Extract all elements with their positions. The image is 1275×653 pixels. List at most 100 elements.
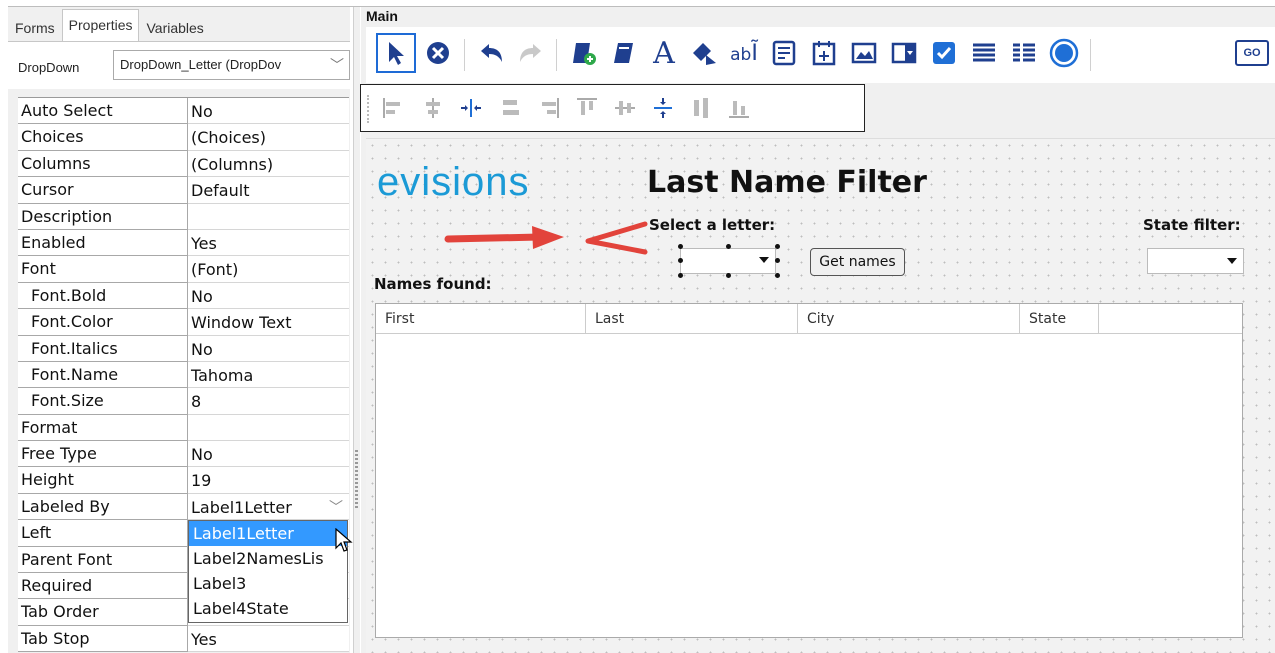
property-name: Columns [18,150,188,178]
go-label: GO [1235,40,1269,66]
tab-variables[interactable]: Variables [139,13,210,41]
property-value[interactable] [188,415,349,442]
property-value[interactable]: Yes [188,230,349,257]
textbox-icon[interactable]: abĨ [724,33,764,73]
object-selector-value: DropDown_Letter (DropDov [120,57,282,72]
resize-handle[interactable] [775,244,780,249]
go-icon[interactable]: GO [1232,33,1272,73]
distribute-h-icon[interactable] [497,94,525,122]
property-row[interactable]: Font.Bold No [18,282,349,310]
property-value[interactable]: 19 [188,467,349,494]
redo-icon[interactable] [510,33,550,73]
dropdown-option[interactable]: Label1Letter [189,521,347,546]
property-row[interactable]: Description [18,203,349,230]
property-value[interactable] [188,204,349,230]
dropdown-option[interactable]: Label4State [189,596,347,621]
checkbox-icon[interactable] [924,33,964,73]
property-value[interactable]: (Columns) [188,151,349,178]
property-row[interactable]: Format [18,414,349,442]
center-vertical-icon[interactable] [649,94,677,122]
property-row[interactable]: Font.Italics No [18,335,349,362]
image-icon[interactable] [844,33,884,73]
undo-icon[interactable] [472,33,512,73]
property-name: Parent Font [18,546,188,574]
property-value[interactable]: No [188,283,349,310]
radio-icon[interactable] [1044,33,1084,73]
memo-icon[interactable] [764,33,804,73]
center-horizontal-icon[interactable] [457,94,485,122]
labeled-by-select[interactable]: Label1Letter ﹀ [188,494,349,521]
property-row[interactable]: Tab Stop Yes [18,625,349,653]
dropdown-option[interactable]: Label2NamesLis [189,546,347,571]
property-value[interactable]: (Choices) [188,124,349,151]
resize-handle[interactable] [775,258,780,263]
object-type-label: DropDown [18,60,80,75]
object-selector[interactable]: DropDown_Letter (DropDov ﹀ [113,50,350,80]
get-names-button[interactable]: Get names [810,248,905,276]
property-row[interactable]: Font.Size 8 [18,388,349,415]
resize-handle[interactable] [726,244,731,249]
label-state-filter[interactable]: State filter: [1143,216,1241,234]
property-value[interactable]: Tahoma [188,362,349,389]
panel-splitter[interactable] [353,7,360,653]
property-value[interactable]: No [188,441,349,468]
property-name: Tab Stop [18,625,188,653]
label-names-found[interactable]: Names found: [374,275,492,293]
property-row[interactable]: Enabled Yes [18,229,349,257]
property-row[interactable]: Font.Name Tahoma [18,361,349,389]
property-row[interactable]: Free Type No [18,441,349,468]
names-table[interactable]: First Last City State [375,303,1243,638]
property-value[interactable]: Default [188,177,349,204]
column-header-city[interactable]: City [798,304,1020,333]
evisions-logo: evisions [377,160,530,204]
align-center-h-icon[interactable] [419,94,447,122]
column-header-last[interactable]: Last [586,304,798,333]
letter-dropdown[interactable] [680,248,776,274]
text-label-icon[interactable]: A [644,33,684,73]
form-icon[interactable] [604,33,644,73]
toolbar-grip-icon [367,95,369,123]
property-row[interactable]: Choices (Choices) [18,124,349,151]
form-title[interactable]: Last Name Filter [647,165,927,200]
tab-forms[interactable]: Forms [8,13,62,41]
property-value: Label1Letter [191,497,292,517]
property-value[interactable]: No [188,336,349,362]
splitter-grip-icon [355,450,358,510]
new-form-icon[interactable] [564,33,604,73]
property-value[interactable]: 8 [188,388,349,415]
column-header-first[interactable]: First [376,304,586,333]
dropdown-option[interactable]: Label3 [189,571,347,596]
align-top-icon[interactable] [573,94,601,122]
property-row[interactable]: Cursor Default [18,177,349,204]
property-value[interactable]: Yes [188,626,349,653]
property-row[interactable]: Auto Select No [18,98,349,125]
property-name: Font.Italics [18,335,188,362]
state-dropdown[interactable] [1147,248,1244,274]
property-value[interactable]: (Font) [188,256,349,283]
date-icon[interactable] [804,33,844,73]
resize-handle[interactable] [775,273,780,278]
tab-properties[interactable]: Properties [61,9,140,41]
pointer-icon[interactable] [376,33,416,73]
list-icon[interactable] [964,33,1004,73]
delete-icon[interactable] [418,33,458,73]
property-name: Height [18,467,188,494]
property-row[interactable]: Height 19 [18,467,349,494]
resize-handle[interactable] [726,273,731,278]
column-header-state[interactable]: State [1020,304,1099,333]
property-row[interactable]: Font.Color Window Text [18,309,349,336]
align-left-icon[interactable] [379,94,407,122]
property-value[interactable]: No [188,98,349,125]
property-row[interactable]: Font (Font) [18,256,349,283]
align-right-icon[interactable] [535,94,563,122]
grid-icon[interactable] [1004,33,1044,73]
property-row[interactable]: Columns (Columns) [18,150,349,178]
dropdown-icon[interactable] [884,33,924,73]
property-row[interactable]: Labeled By Label1Letter ﹀ [18,493,349,521]
shape-icon[interactable] [684,33,724,73]
align-bottom-icon[interactable] [725,94,753,122]
labeled-by-dropdown-list: Label1Letter Label2NamesLis Label3 Label… [188,520,348,623]
distribute-v-icon[interactable] [687,94,715,122]
property-value[interactable]: Window Text [188,309,349,336]
align-middle-icon[interactable] [611,94,639,122]
